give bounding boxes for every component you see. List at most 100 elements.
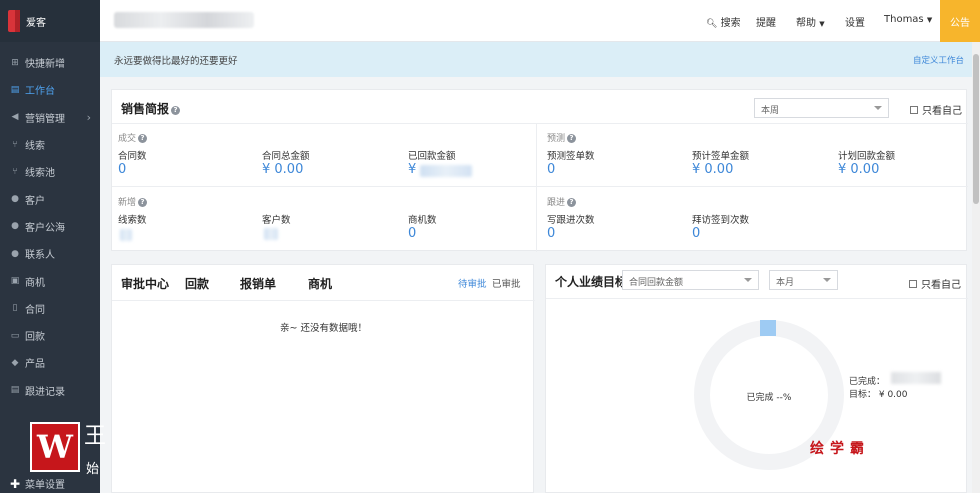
sidebar-item-followups[interactable]: ▤ 跟进记录 — [0, 377, 100, 404]
tab-approval-center[interactable]: 审批中心 — [121, 275, 169, 292]
sidebar-item-lead-pool[interactable]: ⑂ 线索池 — [0, 158, 100, 185]
customize-workbench-link[interactable]: 自定义工作台 — [913, 54, 964, 66]
goal-month-select[interactable]: 本月 — [769, 270, 838, 290]
caret-down-icon — [823, 278, 831, 282]
help-menu[interactable]: 帮助 ▼ — [796, 14, 825, 29]
money-icon: ▭ — [10, 330, 20, 341]
notice-button[interactable]: 公告 — [940, 0, 980, 42]
approved-filter[interactable]: 已审批 — [492, 276, 521, 290]
tab-expenses[interactable]: 报销单 — [240, 275, 276, 292]
top-bar: 🔍︎ 搜索 提醒 帮助 ▼ 设置 Thomas ▼ 公告 — [100, 0, 980, 42]
people-icon: ● — [11, 221, 19, 232]
metric-value[interactable]: 0 — [408, 226, 416, 241]
divider — [112, 300, 535, 301]
metric-label: 商机数 — [408, 215, 437, 226]
remind-button[interactable]: 提醒 — [756, 14, 776, 29]
metric-label: 合同数 — [118, 151, 147, 162]
motto-banner: 永远要做得比最好的还要更好 自定义工作台 — [100, 42, 972, 77]
metric-label: 预测签单数 — [547, 151, 595, 162]
megaphone-icon: ◀ — [11, 112, 19, 123]
metric-label: 线索数 — [118, 215, 147, 226]
help-icon[interactable]: ? — [138, 198, 148, 207]
metric-value[interactable]: 0 — [118, 162, 126, 177]
progress-ring-marker — [760, 320, 776, 336]
sidebar-item-label: 联系人 — [25, 250, 55, 262]
metric-value[interactable]: ¥ 0.00 — [262, 162, 303, 177]
deal-label-text: 成交 — [118, 134, 137, 144]
watermark-text: 始 — [86, 462, 100, 477]
app-logo[interactable]: 爱客 — [0, 0, 100, 42]
only-me-label: 只看自己 — [921, 280, 961, 291]
metric-value[interactable]: 0 — [692, 226, 700, 241]
sidebar-item-leads[interactable]: ⑂ 线索 — [0, 131, 100, 158]
motto-text: 永远要做得比最好的还要更好 — [114, 56, 238, 67]
help-icon[interactable]: ? — [567, 134, 577, 143]
checkbox-box[interactable] — [909, 279, 917, 288]
opportunity-icon: ▣ — [10, 276, 20, 287]
caret-down-icon: ▼ — [926, 16, 933, 24]
tab-opportunities[interactable]: 商机 — [308, 275, 332, 292]
document-icon: ▯ — [12, 303, 18, 314]
redacted-value — [891, 372, 941, 384]
help-icon[interactable]: ? — [138, 134, 148, 143]
sidebar-item-label: 产品 — [25, 359, 45, 371]
user-name: Thomas — [884, 14, 924, 25]
period-select[interactable]: 本周 — [754, 98, 889, 118]
followup-label-text: 跟进 — [547, 198, 566, 208]
metric-value[interactable]: ¥ 0.00 — [838, 162, 879, 177]
company-name-redacted — [114, 12, 254, 28]
sales-brief-title-text: 销售简报 — [121, 102, 170, 116]
new-section-label: 新增? — [118, 195, 148, 208]
only-me-checkbox[interactable]: 只看自己 — [910, 102, 962, 117]
sidebar-item-marketing[interactable]: ◀ 营销管理 › — [0, 104, 100, 131]
sales-brief-title: 销售简报? — [121, 100, 181, 117]
completed-label: 已完成： — [849, 377, 886, 387]
sidebar-item-label: 菜单设置 — [25, 480, 65, 492]
branch-pool-icon: ⑂ — [12, 166, 18, 177]
help-icon[interactable]: ? — [171, 106, 181, 115]
period-select-value: 本周 — [761, 106, 780, 116]
plus-icon: ✚ — [10, 476, 21, 491]
tab-payments[interactable]: 回款 — [185, 275, 209, 292]
sidebar-item-label: 商机 — [25, 277, 45, 289]
metric-label: 计划回款金额 — [838, 151, 896, 162]
sidebar-item-label: 客户公海 — [25, 222, 65, 234]
goal-title: 个人业绩目标 — [555, 275, 628, 289]
watermark-brand: 绘学霸 — [810, 441, 870, 457]
sidebar-item-workbench[interactable]: ▤ 工作台 — [0, 76, 100, 103]
dashboard-icon: ▤ — [10, 84, 20, 95]
contact-icon: ● — [11, 248, 19, 259]
sidebar-item-contracts[interactable]: ▯ 合同 — [0, 295, 100, 322]
sidebar-item-products[interactable]: ◆ 产品 — [0, 349, 100, 376]
goal-only-me-checkbox[interactable]: 只看自己 — [909, 276, 961, 291]
sidebar-item-opportunities[interactable]: ▣ 商机 — [0, 267, 100, 294]
help-icon[interactable]: ? — [567, 198, 577, 207]
sidebar-item-menu-settings[interactable]: ✚ 菜单设置 — [0, 470, 100, 493]
followup-section-label: 跟进? — [547, 195, 577, 208]
empty-state-text: 亲~ 还没有数据哦！ — [280, 323, 367, 334]
user-menu[interactable]: Thomas ▼ — [884, 14, 932, 25]
goal-month-value: 本月 — [776, 278, 795, 288]
watermark-letter: W — [37, 428, 73, 466]
metric-label: 拜访签到次数 — [692, 215, 750, 226]
checkbox-box[interactable] — [910, 105, 918, 114]
metric-value[interactable]: 0 — [547, 226, 555, 241]
deal-section-label: 成交? — [118, 131, 148, 144]
sidebar-item-customer-pool[interactable]: ● 客户公海 — [0, 213, 100, 240]
metric-value[interactable]: ¥ 0.00 — [692, 162, 733, 177]
sidebar-item-payments[interactable]: ▭ 回款 — [0, 322, 100, 349]
forecast-section-label: 预测? — [547, 131, 577, 144]
metric-value[interactable]: ¥ — [408, 162, 416, 177]
sidebar-item-label: 快捷新增 — [25, 59, 65, 71]
scrollbar-thumb[interactable] — [973, 54, 979, 204]
search-button[interactable]: 🔍︎ 搜索 — [706, 14, 741, 29]
sidebar-item-contacts[interactable]: ● 联系人 — [0, 240, 100, 267]
sidebar-item-customers[interactable]: ● 客户 — [0, 185, 100, 212]
metric-label: 客户数 — [262, 215, 291, 226]
goal-metric-select[interactable]: 合同回款金额 — [622, 270, 759, 290]
vertical-scrollbar[interactable] — [972, 42, 980, 493]
sidebar-item-quick-add[interactable]: ⊞ 快捷新增 — [0, 49, 100, 76]
pending-filter[interactable]: 待审批 — [458, 276, 487, 290]
settings-button[interactable]: 设置 — [845, 14, 865, 29]
metric-value[interactable]: 0 — [547, 162, 555, 177]
